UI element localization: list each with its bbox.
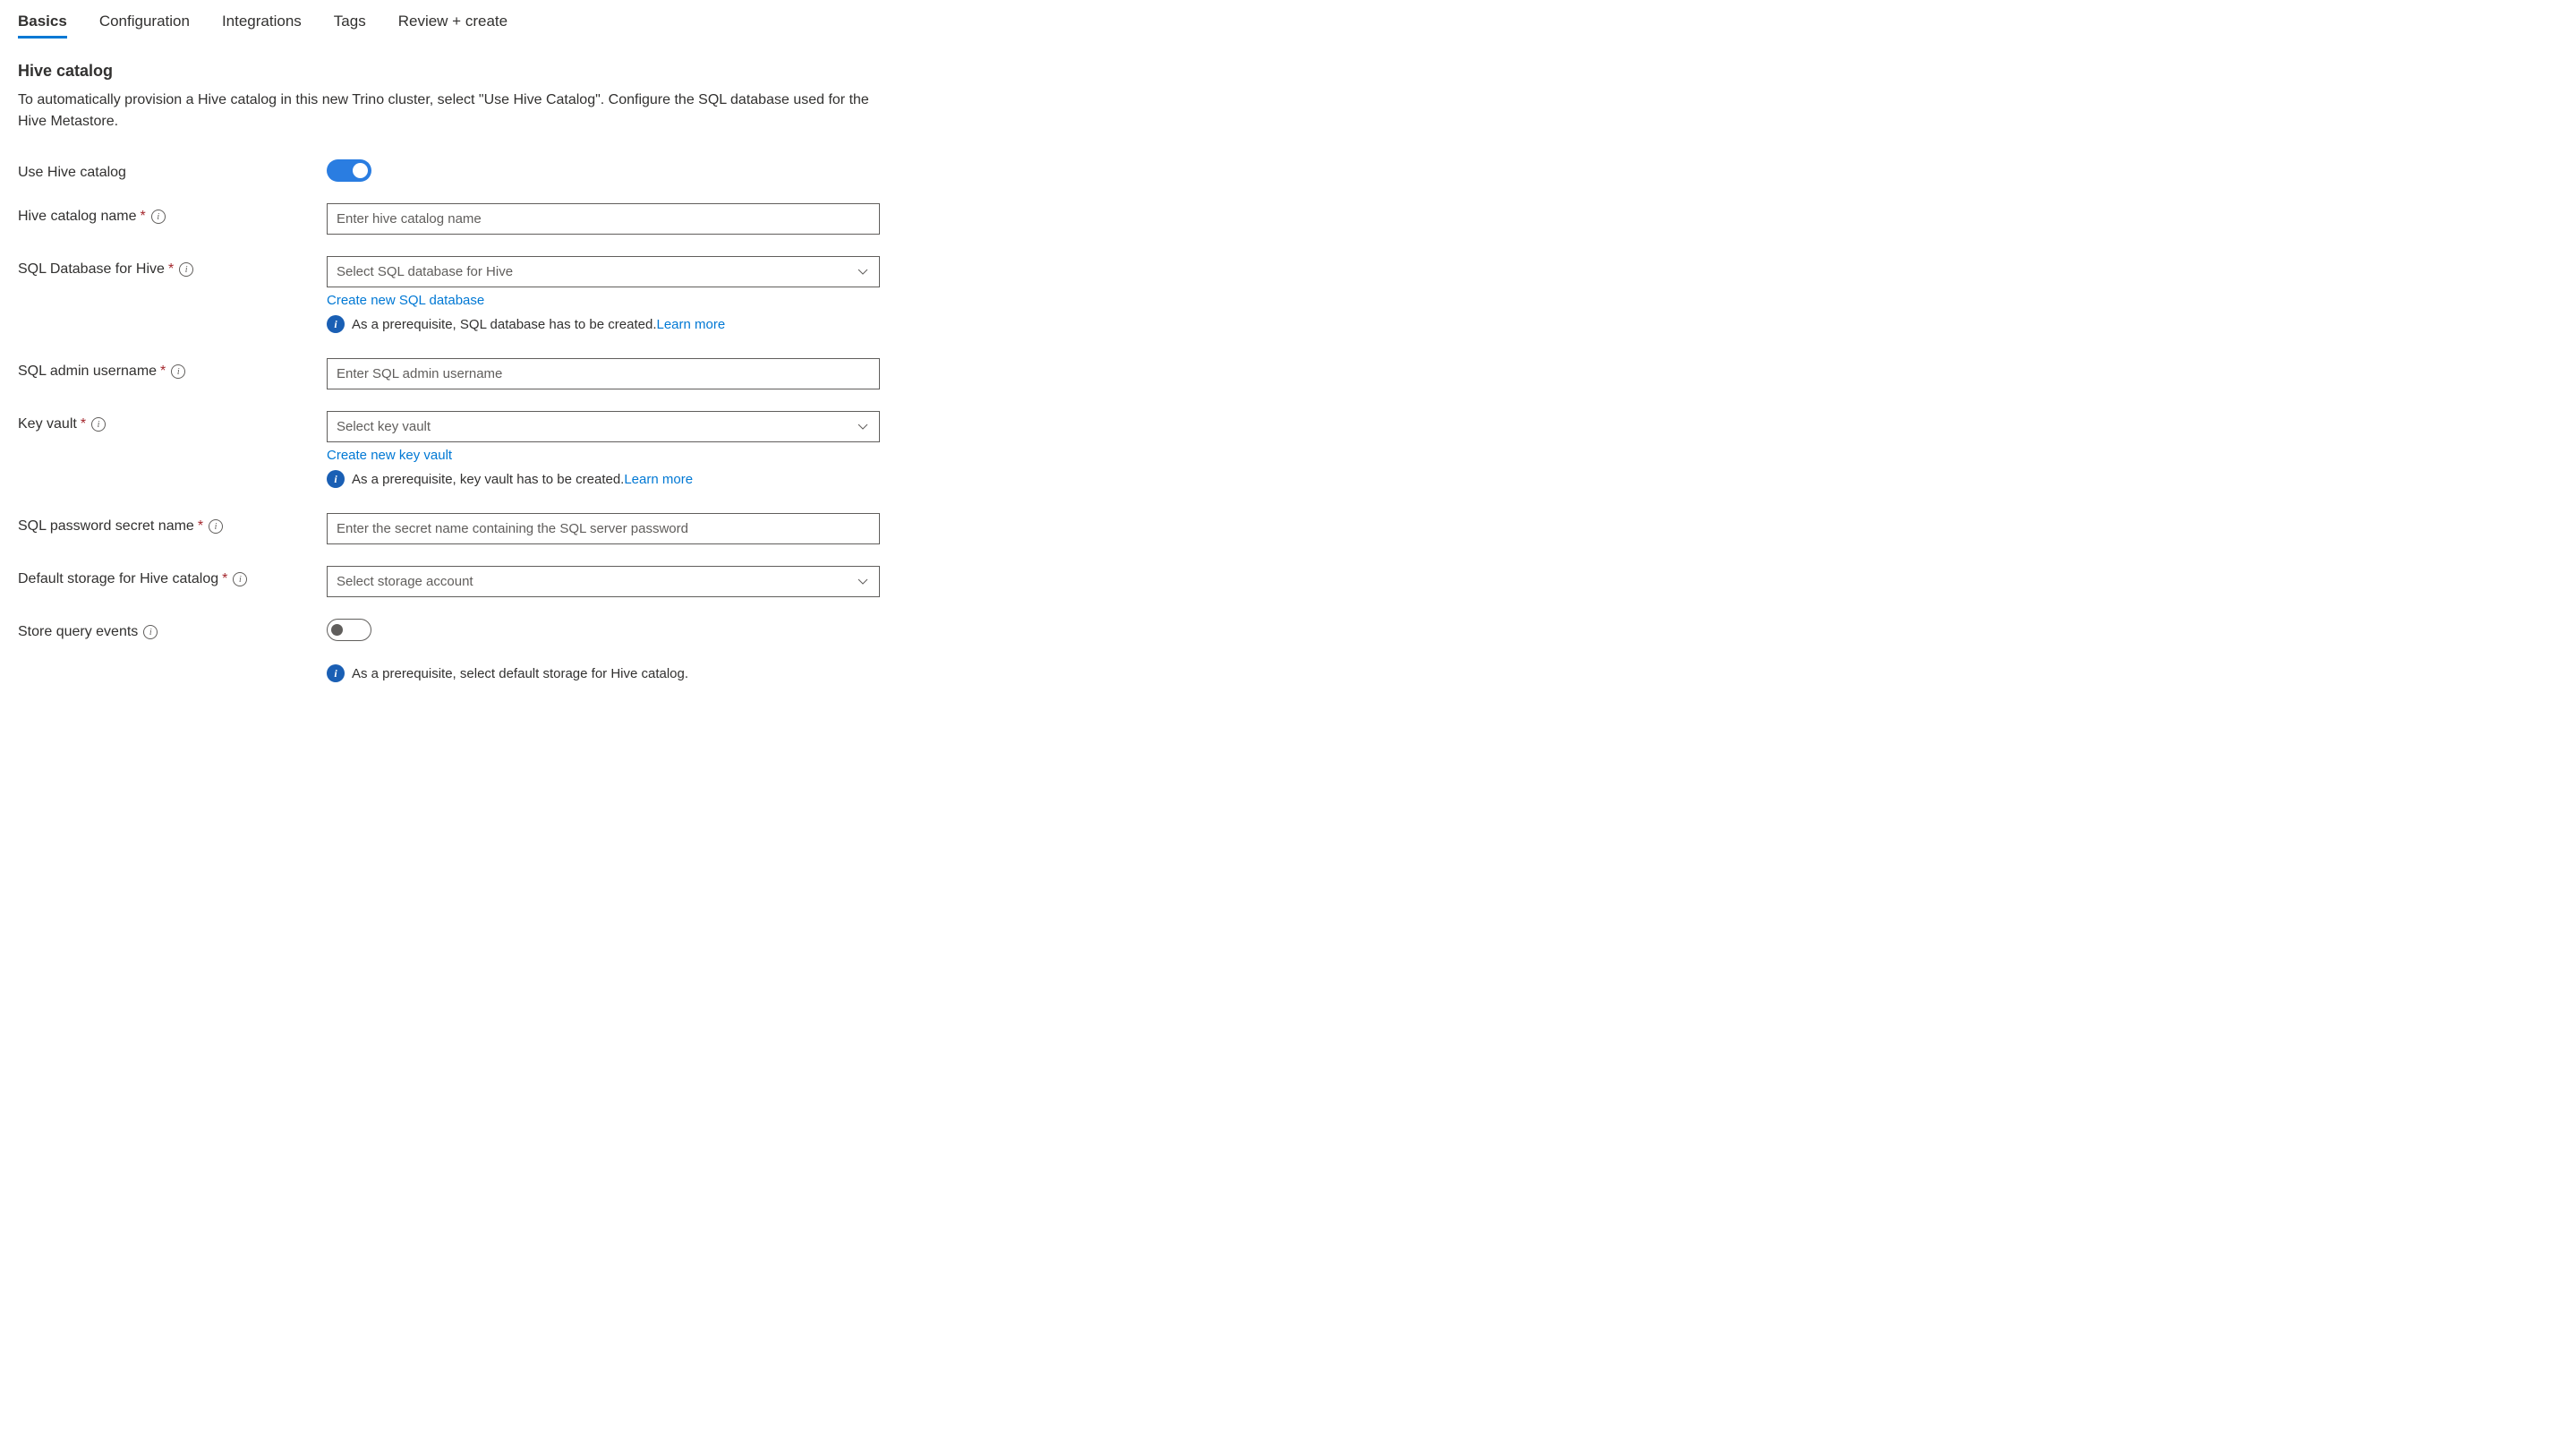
default-storage-dropdown[interactable]: Select storage account bbox=[327, 566, 880, 597]
tab-configuration[interactable]: Configuration bbox=[99, 13, 190, 39]
sql-learn-more-link[interactable]: Learn more bbox=[657, 317, 726, 332]
row-key-vault: Key vault * i Select key vault Create ne… bbox=[18, 411, 2558, 488]
required-indicator: * bbox=[81, 416, 86, 432]
section-description: To automatically provision a Hive catalo… bbox=[18, 90, 877, 133]
dropdown-placeholder: Select key vault bbox=[337, 419, 431, 434]
row-sql-database: SQL Database for Hive * i Select SQL dat… bbox=[18, 256, 2558, 333]
keyvault-prereq-text: As a prerequisite, key vault has to be c… bbox=[352, 472, 624, 487]
tab-tags[interactable]: Tags bbox=[334, 13, 366, 39]
info-icon[interactable]: i bbox=[143, 625, 158, 639]
row-default-storage: Default storage for Hive catalog * i Sel… bbox=[18, 566, 2558, 597]
label-text: Key vault bbox=[18, 416, 77, 432]
label-text: Use Hive catalog bbox=[18, 165, 126, 181]
tabs-bar: Basics Configuration Integrations Tags R… bbox=[18, 0, 2558, 39]
info-icon[interactable]: i bbox=[91, 417, 106, 432]
label-text: SQL password secret name bbox=[18, 518, 194, 535]
label-use-hive-catalog: Use Hive catalog bbox=[18, 159, 327, 181]
create-key-vault-link[interactable]: Create new key vault bbox=[327, 448, 452, 463]
sql-prereq-text: As a prerequisite, SQL database has to b… bbox=[352, 317, 657, 332]
row-sql-password-secret: SQL password secret name * i bbox=[18, 513, 2558, 544]
tab-integrations[interactable]: Integrations bbox=[222, 13, 302, 39]
required-indicator: * bbox=[222, 571, 227, 587]
toggle-knob bbox=[353, 163, 368, 178]
required-indicator: * bbox=[198, 518, 203, 535]
info-badge-icon: i bbox=[327, 470, 345, 488]
label-text: SQL Database for Hive bbox=[18, 261, 165, 278]
label-text: SQL admin username bbox=[18, 364, 157, 380]
required-indicator: * bbox=[160, 364, 166, 380]
label-sql-admin-username: SQL admin username * i bbox=[18, 358, 327, 380]
storage-prereq-text: As a prerequisite, select default storag… bbox=[352, 666, 688, 681]
sql-password-secret-input[interactable] bbox=[327, 513, 880, 544]
label-key-vault: Key vault * i bbox=[18, 411, 327, 432]
chevron-down-icon bbox=[857, 424, 868, 431]
chevron-down-icon bbox=[857, 578, 868, 586]
label-text: Store query events bbox=[18, 624, 138, 640]
sql-database-dropdown[interactable]: Select SQL database for Hive bbox=[327, 256, 880, 287]
row-sql-admin-username: SQL admin username * i bbox=[18, 358, 2558, 389]
row-store-query-events: Store query events i i As a prerequisite… bbox=[18, 619, 2558, 682]
hive-catalog-name-input[interactable] bbox=[327, 203, 880, 235]
info-icon[interactable]: i bbox=[171, 364, 185, 379]
chevron-down-icon bbox=[857, 269, 868, 276]
toggle-use-hive-catalog[interactable] bbox=[327, 159, 371, 182]
label-store-query-events: Store query events i bbox=[18, 619, 327, 640]
label-default-storage: Default storage for Hive catalog * i bbox=[18, 566, 327, 587]
label-sql-database: SQL Database for Hive * i bbox=[18, 256, 327, 278]
info-icon[interactable]: i bbox=[179, 262, 193, 277]
info-badge-icon: i bbox=[327, 315, 345, 333]
row-use-hive-catalog: Use Hive catalog bbox=[18, 159, 2558, 182]
required-indicator: * bbox=[141, 209, 146, 225]
key-vault-dropdown[interactable]: Select key vault bbox=[327, 411, 880, 442]
toggle-knob bbox=[331, 624, 343, 636]
dropdown-placeholder: Select storage account bbox=[337, 574, 473, 589]
keyvault-learn-more-link[interactable]: Learn more bbox=[624, 472, 693, 487]
label-text: Hive catalog name bbox=[18, 209, 137, 225]
info-icon[interactable]: i bbox=[151, 210, 166, 224]
row-hive-catalog-name: Hive catalog name * i bbox=[18, 203, 2558, 235]
toggle-store-query-events[interactable] bbox=[327, 619, 371, 641]
required-indicator: * bbox=[168, 261, 174, 278]
tab-review-create[interactable]: Review + create bbox=[398, 13, 508, 39]
tab-basics[interactable]: Basics bbox=[18, 13, 67, 39]
info-icon[interactable]: i bbox=[233, 572, 247, 586]
label-sql-password-secret: SQL password secret name * i bbox=[18, 513, 327, 535]
dropdown-placeholder: Select SQL database for Hive bbox=[337, 264, 513, 279]
info-icon[interactable]: i bbox=[209, 519, 223, 534]
section-title: Hive catalog bbox=[18, 62, 2558, 81]
sql-admin-username-input[interactable] bbox=[327, 358, 880, 389]
label-hive-catalog-name: Hive catalog name * i bbox=[18, 203, 327, 225]
info-badge-icon: i bbox=[327, 664, 345, 682]
create-sql-database-link[interactable]: Create new SQL database bbox=[327, 293, 484, 308]
label-text: Default storage for Hive catalog bbox=[18, 571, 218, 587]
